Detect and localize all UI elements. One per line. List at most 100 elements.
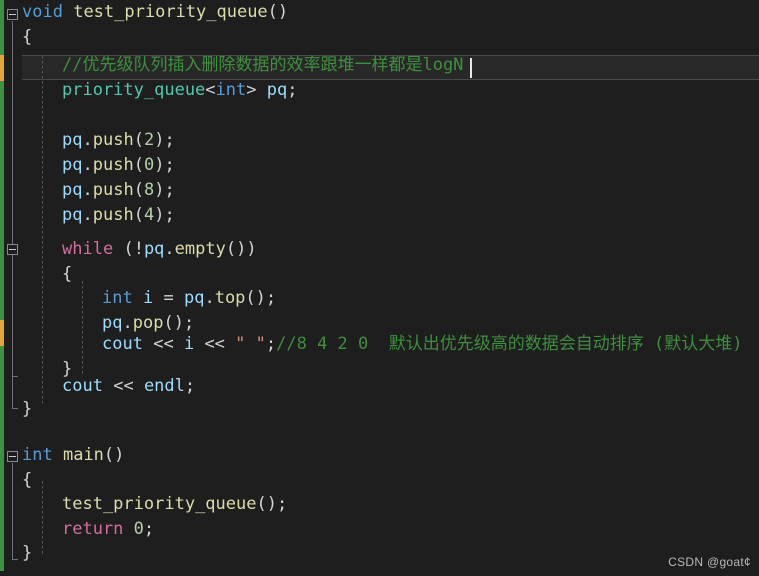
token-keyword-while: while bbox=[62, 239, 114, 259]
token-keyword-void: void bbox=[22, 2, 63, 22]
token-variable-pq: pq bbox=[62, 205, 83, 225]
token-string-space: " " bbox=[235, 334, 266, 354]
token-paren-close: ) bbox=[154, 205, 165, 225]
token-keyword-int-main: int bbox=[22, 445, 53, 465]
token-dot: . bbox=[82, 205, 93, 225]
code-line-13[interactable]: int i = pq.top(); bbox=[102, 286, 276, 311]
token-number-4: 4 bbox=[143, 205, 155, 225]
token-stream-cout: cout bbox=[62, 376, 103, 396]
token-angle-open: < bbox=[205, 80, 216, 100]
token-paren-open: ( bbox=[133, 130, 144, 150]
token-paren-close: ) bbox=[246, 239, 257, 259]
token-dot: . bbox=[122, 313, 133, 333]
token-method-push: push bbox=[92, 155, 134, 175]
token-parens: () bbox=[245, 288, 266, 308]
token-parens: () bbox=[225, 239, 247, 259]
change-marker-modified-comment bbox=[0, 55, 4, 81]
token-number-2: 2 bbox=[143, 130, 155, 150]
token-paren-close: ) bbox=[154, 130, 165, 150]
token-semicolon: ; bbox=[183, 313, 195, 333]
fold-toggle-main[interactable] bbox=[7, 451, 18, 462]
fold-region-end-main bbox=[12, 559, 18, 560]
fold-toggle-while-loop[interactable] bbox=[7, 244, 18, 255]
code-line-21[interactable]: { bbox=[22, 468, 32, 493]
token-method-push: push bbox=[92, 130, 134, 150]
code-line-1[interactable]: void test_priority_queue() bbox=[22, 0, 288, 25]
code-line-24[interactable]: } bbox=[22, 541, 32, 566]
code-content[interactable]: void test_priority_queue() { //优先级队列插入删除… bbox=[0, 0, 759, 576]
code-line-15[interactable]: cout << i << " ";//8 4 2 0 默认出优先级高的数据会自动… bbox=[102, 332, 742, 357]
token-paren-open: ( bbox=[123, 239, 134, 259]
code-line-23[interactable]: return 0; bbox=[62, 517, 154, 542]
code-line-17[interactable]: cout << endl; bbox=[62, 374, 195, 399]
token-operator-not: ! bbox=[133, 239, 144, 259]
token-comment-output-order: //8 4 2 0 默认出优先级高的数据会自动排序 (默认大堆) bbox=[276, 334, 743, 354]
code-line-8[interactable]: pq.push(8); bbox=[62, 178, 175, 203]
token-method-pop: pop bbox=[132, 313, 164, 333]
code-line-18[interactable]: } bbox=[22, 397, 32, 422]
token-call-test-priority-queue: test_priority_queue bbox=[62, 494, 257, 514]
token-comment-priority-queue-complexity: //优先级队列插入删除数据的效率跟堆一样都是logN bbox=[62, 55, 464, 75]
code-line-9[interactable]: pq.push(4); bbox=[62, 203, 175, 228]
code-line-22[interactable]: test_priority_queue(); bbox=[62, 492, 287, 517]
fold-region-line-while bbox=[12, 256, 13, 376]
token-semicolon: ; bbox=[164, 205, 175, 225]
token-method-push: push bbox=[92, 205, 134, 225]
token-angle-close: > bbox=[246, 80, 257, 100]
fold-region-end-while bbox=[12, 376, 18, 377]
token-paren-open: ( bbox=[133, 180, 144, 200]
code-line-7[interactable]: pq.push(0); bbox=[62, 153, 175, 178]
token-brace-open-while: { bbox=[62, 264, 73, 284]
token-method-empty: empty bbox=[174, 239, 226, 259]
code-line-20[interactable]: int main() bbox=[22, 443, 124, 468]
token-paren-open: ( bbox=[133, 155, 144, 175]
code-line-11[interactable]: while (!pq.empty()) bbox=[62, 237, 257, 262]
token-method-top: top bbox=[214, 288, 246, 308]
token-variable-pq: pq bbox=[62, 180, 83, 200]
code-editor[interactable]: void test_priority_queue() { //优先级队列插入删除… bbox=[0, 0, 759, 576]
folding-margin[interactable] bbox=[4, 0, 22, 576]
token-semicolon: ; bbox=[164, 155, 175, 175]
token-manipulator-endl: endl bbox=[143, 376, 185, 396]
fold-toggle-test-priority-queue[interactable] bbox=[7, 9, 18, 20]
token-paren-close: ) bbox=[154, 155, 165, 175]
token-operator-insert: << bbox=[113, 376, 134, 396]
token-variable-pq: pq bbox=[102, 313, 123, 333]
token-dot: . bbox=[82, 155, 93, 175]
change-marker-added-top bbox=[0, 0, 4, 55]
token-keyword-return: return bbox=[62, 519, 124, 539]
code-line-12[interactable]: { bbox=[62, 262, 72, 287]
token-parens: () bbox=[163, 313, 184, 333]
token-keyword-int-template: int bbox=[215, 80, 247, 100]
token-semicolon: ; bbox=[164, 130, 175, 150]
token-variable-pq-decl: pq bbox=[266, 80, 288, 100]
token-dot: . bbox=[82, 130, 93, 150]
code-line-4[interactable]: priority_queue<int> pq; bbox=[62, 78, 298, 103]
code-line-6[interactable]: pq.push(2); bbox=[62, 128, 175, 153]
token-number-8: 8 bbox=[143, 180, 155, 200]
token-parens: () bbox=[103, 445, 125, 465]
token-variable-i-decl: i bbox=[142, 288, 154, 308]
csdn-watermark: CSDN @goat¢ bbox=[668, 555, 751, 569]
token-operator-assign: = bbox=[163, 288, 174, 308]
token-parens: () bbox=[267, 2, 289, 22]
token-function-name-test-priority-queue: test_priority_queue bbox=[73, 2, 268, 22]
fold-region-end-function1 bbox=[12, 408, 18, 409]
token-keyword-int: int bbox=[102, 288, 133, 308]
change-marker-added-bottom bbox=[0, 346, 4, 571]
token-brace-open-fn1: { bbox=[22, 27, 33, 47]
code-line-3[interactable]: //优先级队列插入删除数据的效率跟堆一样都是logN bbox=[62, 53, 463, 78]
code-line-2[interactable]: { bbox=[22, 25, 32, 50]
token-stream-cout: cout bbox=[102, 334, 143, 354]
